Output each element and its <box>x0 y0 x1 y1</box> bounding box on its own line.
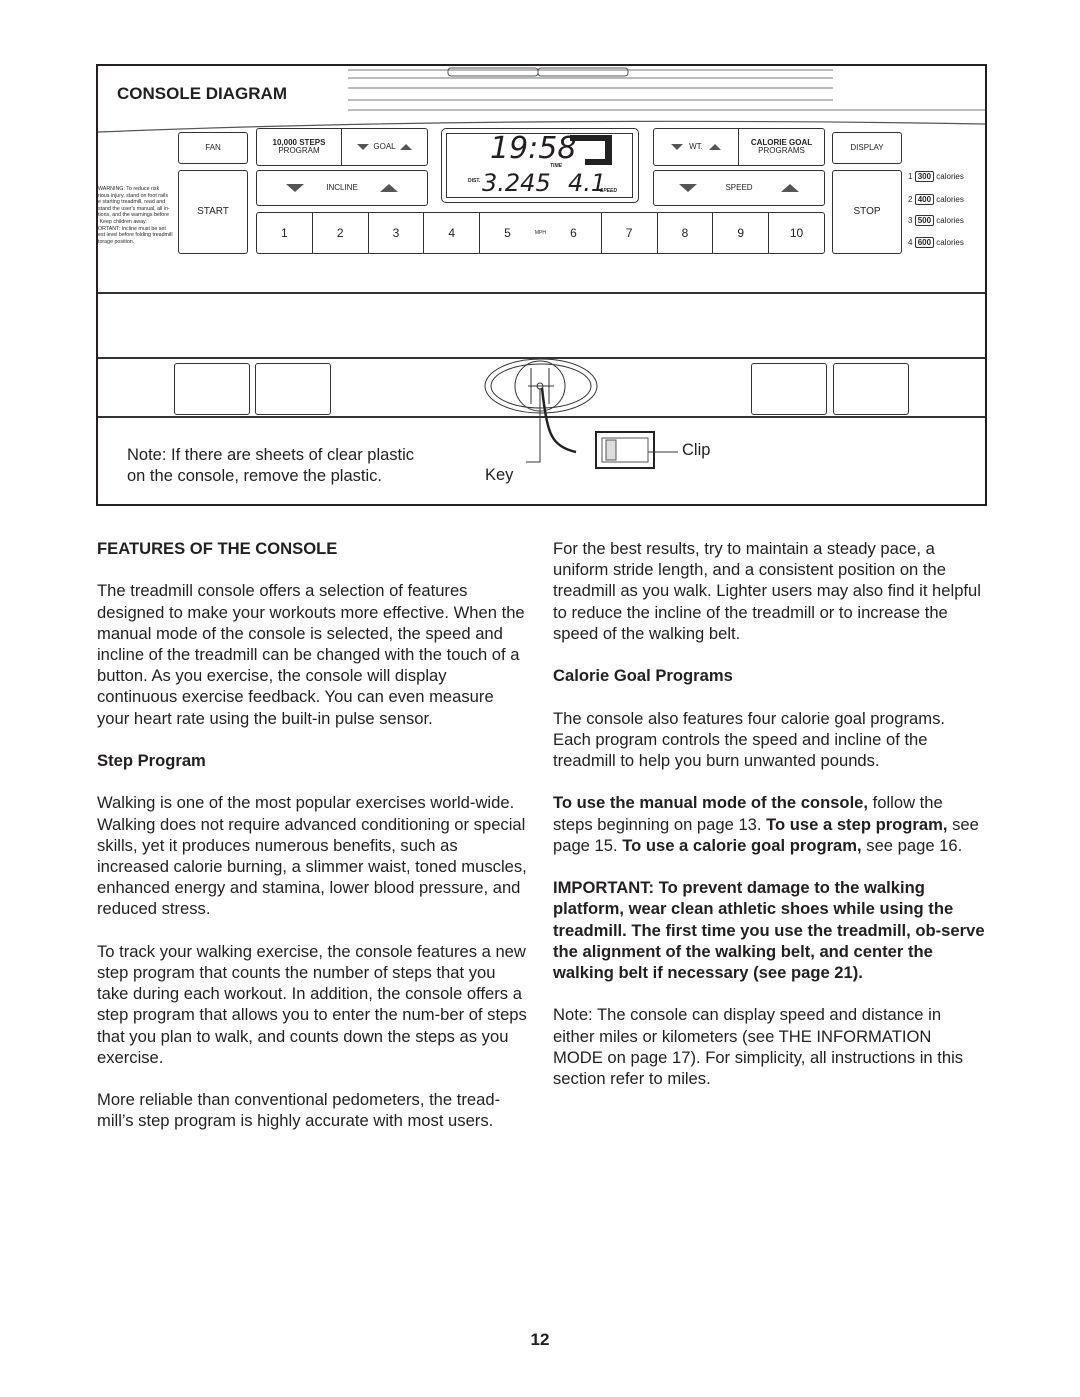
mph-label: MPH <box>534 230 547 236</box>
divider <box>98 292 985 294</box>
paragraph: To track your walking exercise, the cons… <box>97 941 527 1067</box>
left-column: FEATURES OF THE CONSOLE The treadmill co… <box>97 538 529 1153</box>
goal-label: GOAL <box>373 141 396 151</box>
section-heading: FEATURES OF THE CONSOLE <box>97 539 338 558</box>
paragraph: The console also features four calorie g… <box>553 708 946 770</box>
warning-label: WARNING: To reduce risk rious injury, st… <box>98 186 173 245</box>
incline-down-icon[interactable] <box>286 184 305 192</box>
manual-page: CONSOLE DIAGRAM WARNING: To reduce risk … <box>0 0 1080 1397</box>
wt-calorie-group: WT. CALORIE GOAL PROGRAMS <box>653 128 825 166</box>
stop-button[interactable]: STOP <box>832 170 902 254</box>
handrail-button[interactable] <box>833 363 909 415</box>
plastic-note: Note: If there are sheets of clear plast… <box>127 446 415 485</box>
speed-key-2[interactable]: 2 <box>313 213 369 253</box>
display-button[interactable]: DISPLAY <box>832 132 902 164</box>
distance-readout: 3.245 <box>482 169 551 197</box>
speed-label: SPEED <box>600 188 617 194</box>
speed-control[interactable]: SPEED <box>653 170 825 206</box>
paragraph: Walking is one of the most popular exerc… <box>97 793 527 919</box>
speed-label: SPEED <box>725 182 753 192</box>
calorie-program-4: 4 600 calories <box>908 237 964 248</box>
key-label: Key <box>485 466 514 484</box>
weight-control[interactable]: WT. <box>654 129 739 165</box>
time-readout: 19:58 <box>490 131 577 166</box>
speed-keys: 1 2 3 4 5 MPH 6 7 8 9 10 <box>256 212 825 254</box>
page-number: 12 <box>530 1330 550 1349</box>
key-and-clip-illustration <box>484 358 678 469</box>
lcd-display: 19:58 TIME DIST. 3.245 4.1 SPEED <box>441 128 639 203</box>
calorie-goal-button[interactable]: CALORIE GOAL PROGRAMS <box>739 138 824 156</box>
goal-down-icon[interactable] <box>357 143 370 150</box>
fan-button[interactable]: FAN <box>178 132 248 164</box>
incline-control[interactable]: INCLINE <box>256 170 428 206</box>
speed-key-3[interactable]: 3 <box>369 213 425 253</box>
paragraph: To use the manual mode of the console, f… <box>553 793 979 855</box>
clip-label: Clip <box>682 441 711 459</box>
speed-up-icon[interactable] <box>780 184 799 192</box>
steps-program-group: 10,000 STEPS PROGRAM GOAL <box>256 128 428 166</box>
weight-label: WT. <box>689 141 703 151</box>
handrail-button[interactable] <box>255 363 331 415</box>
paragraph: For the best results, try to maintain a … <box>553 539 981 643</box>
paragraph: More reliable than conventional pedomete… <box>97 1090 501 1131</box>
speed-key-10[interactable]: 10 <box>769 213 824 253</box>
handrail-button[interactable] <box>751 363 827 415</box>
console-diagram: CONSOLE DIAGRAM WARNING: To reduce risk … <box>96 64 987 506</box>
time-label: TIME <box>550 163 562 169</box>
right-column: For the best results, try to maintain a … <box>553 538 985 1110</box>
speed-key-1[interactable]: 1 <box>257 213 313 253</box>
calorie-program-list: 1 300 calories 2 400 calories 3 500 calo… <box>908 171 964 248</box>
paragraph: The treadmill console offers a selection… <box>97 581 525 728</box>
calorie-program-1: 1 300 calories <box>908 171 964 182</box>
weight-up-icon[interactable] <box>708 144 721 150</box>
goal-up-icon[interactable] <box>399 143 412 150</box>
important-notice: IMPORTANT: To prevent damage to the walk… <box>553 878 985 982</box>
programs-label: PROGRAMS <box>758 146 805 155</box>
speed-key-7[interactable]: 7 <box>602 213 658 253</box>
dist-label: DIST. <box>468 178 481 184</box>
speed-down-icon[interactable] <box>679 184 698 192</box>
speed-key-6[interactable]: 6 <box>546 213 602 253</box>
steps-program-button[interactable]: 10,000 STEPS PROGRAM <box>257 129 342 165</box>
weight-down-icon[interactable] <box>671 144 684 150</box>
speed-key-5[interactable]: 5 <box>480 213 535 253</box>
goal-control[interactable]: GOAL <box>342 141 427 151</box>
subheading: Calorie Goal Programs <box>553 666 733 686</box>
calorie-program-3: 3 500 calories <box>908 215 964 226</box>
incline-label: INCLINE <box>326 182 358 192</box>
speed-key-8[interactable]: 8 <box>658 213 714 253</box>
speed-key-4[interactable]: 4 <box>424 213 481 253</box>
subheading: Step Program <box>97 751 206 770</box>
paragraph: Note: The console can display speed and … <box>553 1005 964 1088</box>
calorie-program-2: 2 400 calories <box>908 194 964 205</box>
start-button[interactable]: START <box>178 170 248 254</box>
incline-up-icon[interactable] <box>379 184 398 192</box>
program-label: PROGRAM <box>278 146 320 155</box>
handrail-button[interactable] <box>174 363 250 415</box>
speed-key-9[interactable]: 9 <box>713 213 770 253</box>
